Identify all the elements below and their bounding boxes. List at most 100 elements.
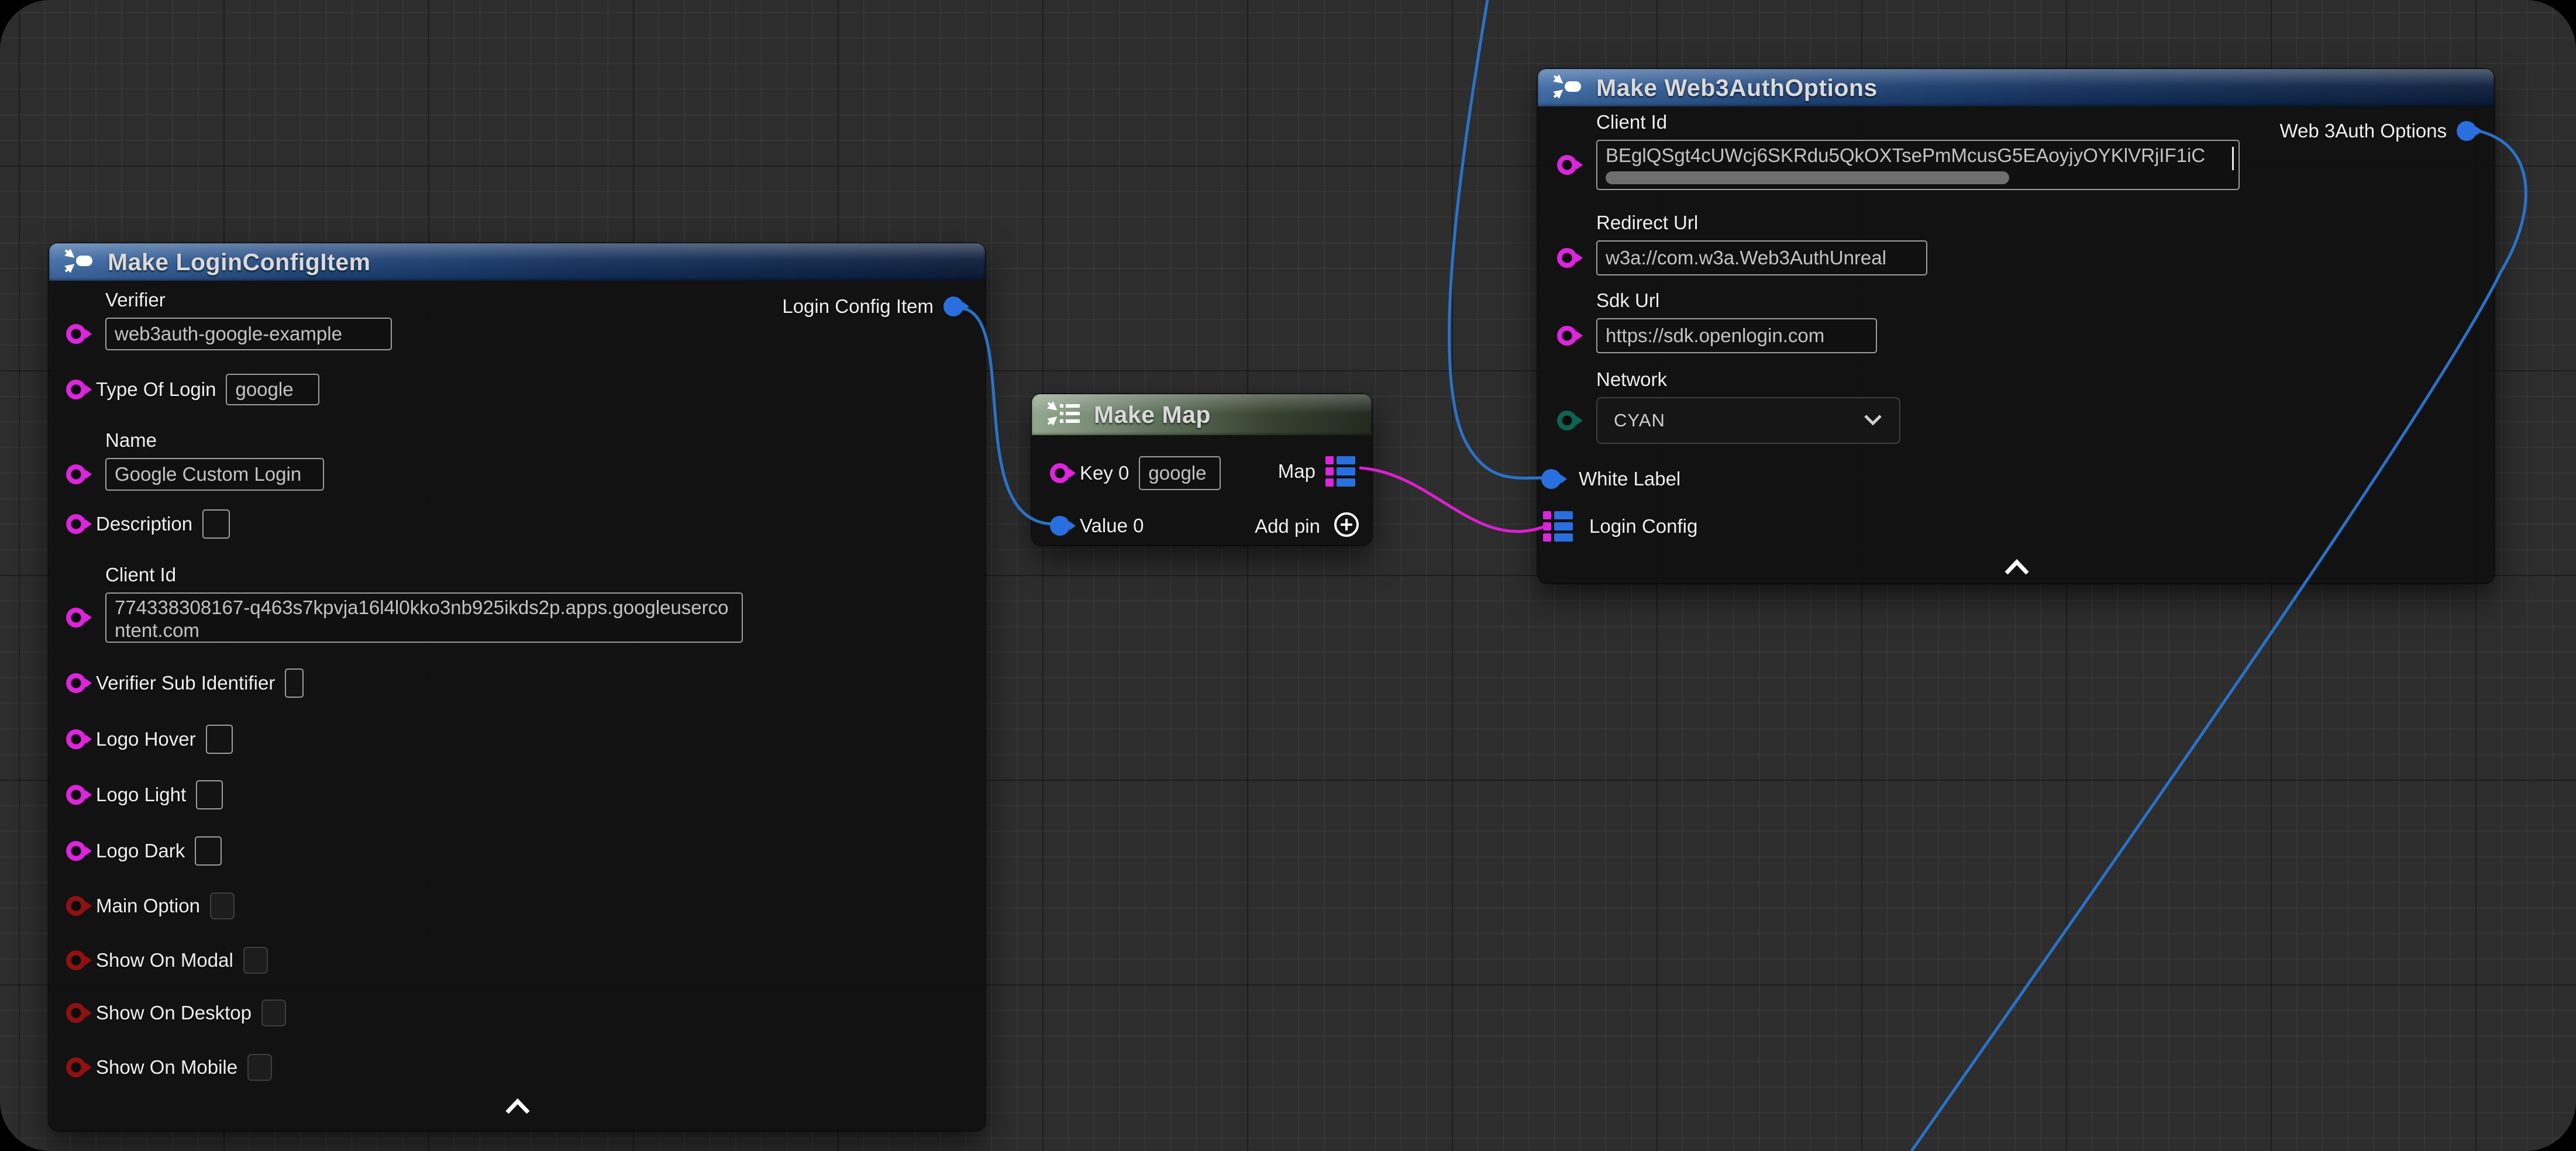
- logo-dark-input[interactable]: [195, 836, 222, 866]
- verifier-sub-identifier-pin[interactable]: [66, 673, 86, 693]
- web3auth-options-output-pin[interactable]: [2457, 121, 2477, 141]
- logo-dark-pin[interactable]: [66, 841, 86, 861]
- network-dropdown[interactable]: CYAN: [1596, 397, 1900, 444]
- pin-row-logo-dark: Logo Dark: [66, 836, 222, 866]
- type-of-login-input[interactable]: google: [226, 374, 319, 405]
- description-input[interactable]: [202, 509, 230, 539]
- make-map-icon: [1046, 399, 1083, 430]
- logo-light-input[interactable]: [196, 780, 223, 809]
- sdk-url-input[interactable]: https://sdk.openlogin.com: [1596, 318, 1877, 353]
- pin-row-sdk-url: Sdk Url https://sdk.openlogin.com: [1557, 290, 1877, 353]
- output-pin-row-map: Map: [1278, 456, 1355, 487]
- pin-label: Login Config: [1589, 515, 1697, 537]
- output-pin-row-login-config-item: Login Config Item: [782, 295, 963, 318]
- node-header[interactable]: Make Map: [1032, 394, 1372, 435]
- pin-label: Show On Mobile: [96, 1056, 237, 1078]
- node-make-map[interactable]: Make Map Key 0 google Map Value 0 Add pi…: [1032, 394, 1372, 545]
- pin-row-redirect-url: Redirect Url w3a://com.w3a.Web3AuthUnrea…: [1557, 212, 1927, 275]
- show-on-mobile-pin[interactable]: [66, 1057, 86, 1077]
- logo-light-pin[interactable]: [66, 785, 86, 805]
- pin-label: Logo Dark: [96, 840, 185, 862]
- redirect-url-pin[interactable]: [1557, 248, 1577, 268]
- pin-row-verifier-sub-identifier: Verifier Sub Identifier: [66, 668, 304, 698]
- node-make-web3authoptions[interactable]: Make Web3AuthOptions Web 3Auth Options C…: [1538, 69, 2494, 583]
- main-option-pin[interactable]: [66, 896, 86, 916]
- show-on-desktop-pin[interactable]: [66, 1003, 86, 1023]
- show-on-mobile-checkbox[interactable]: [247, 1054, 272, 1081]
- key0-pin[interactable]: [1050, 463, 1070, 483]
- pin-label: White Label: [1579, 468, 1680, 490]
- key0-input[interactable]: google: [1139, 456, 1221, 490]
- node-title: Make Web3AuthOptions: [1596, 74, 1878, 102]
- output-pin-label: Login Config Item: [782, 295, 934, 318]
- redirect-url-input[interactable]: w3a://com.w3a.Web3AuthUnreal: [1596, 240, 1927, 275]
- map-output-pin[interactable]: [1325, 456, 1355, 487]
- pin-row-type-of-login: Type Of Login google: [66, 374, 319, 405]
- pin-row-login-config: Login Config: [1543, 511, 1697, 542]
- node-make-loginconfigitem[interactable]: Make LoginConfigItem Login Config Item V…: [49, 243, 985, 1131]
- network-pin[interactable]: [1557, 411, 1577, 430]
- show-on-modal-pin[interactable]: [66, 950, 86, 970]
- output-pin-label: Map: [1278, 460, 1315, 483]
- client-id-text: BEglQSgt4cUWcj6SKRdu5QkOXTsePmMcusG5EAoy…: [1606, 144, 2205, 167]
- show-on-modal-checkbox[interactable]: [243, 947, 268, 974]
- verifier-sub-identifier-input[interactable]: [285, 668, 304, 698]
- pin-row-client-id: Client Id BEglQSgt4cUWcj6SKRdu5QkOXTsePm…: [1557, 111, 2240, 190]
- pin-row-show-on-mobile: Show On Mobile: [66, 1054, 272, 1081]
- network-selected-value: CYAN: [1614, 410, 1665, 431]
- horizontal-scrollbar[interactable]: [1606, 171, 2009, 184]
- logo-hover-input[interactable]: [206, 725, 233, 754]
- pin-label: Value 0: [1080, 515, 1144, 537]
- name-pin[interactable]: [66, 464, 86, 484]
- client-id-pin[interactable]: [66, 608, 86, 628]
- pin-label: Verifier Sub Identifier: [96, 672, 275, 694]
- collapse-chevron-icon[interactable]: [2002, 559, 2032, 578]
- pin-row-white-label: White Label: [1541, 468, 1680, 490]
- client-id-pin[interactable]: [1557, 155, 1577, 175]
- login-config-item-output-pin[interactable]: [943, 297, 963, 316]
- type-of-login-pin[interactable]: [66, 380, 86, 399]
- pin-label: Show On Desktop: [96, 1002, 252, 1024]
- pin-label: Type Of Login: [96, 378, 216, 401]
- node-title: Make Map: [1094, 401, 1211, 429]
- pin-row-name: Name Google Custom Login: [66, 429, 324, 491]
- name-input[interactable]: Google Custom Login: [105, 458, 324, 491]
- pin-label: Client Id: [1596, 111, 2240, 133]
- pin-label: Name: [105, 429, 324, 452]
- client-id-input[interactable]: BEglQSgt4cUWcj6SKRdu5QkOXTsePmMcusG5EAoy…: [1596, 140, 2240, 190]
- node-header[interactable]: Make LoginConfigItem: [49, 243, 985, 281]
- output-pin-label: Web 3Auth Options: [2279, 120, 2447, 142]
- login-config-pin[interactable]: [1543, 511, 1573, 542]
- pin-label: Redirect Url: [1596, 212, 1927, 234]
- description-pin[interactable]: [66, 514, 86, 534]
- pin-label: Sdk Url: [1596, 290, 1877, 312]
- collapse-chevron-icon[interactable]: [502, 1098, 533, 1118]
- output-pin-row-web3auth-options: Web 3Auth Options: [2279, 120, 2477, 142]
- pin-row-key0: Key 0 google: [1050, 456, 1221, 490]
- main-option-checkbox[interactable]: [210, 892, 235, 919]
- node-header[interactable]: Make Web3AuthOptions: [1538, 69, 2494, 106]
- show-on-desktop-checkbox[interactable]: [261, 1000, 286, 1026]
- add-pin-button[interactable]: Add pin: [1255, 511, 1360, 541]
- pin-row-show-on-desktop: Show On Desktop: [66, 1000, 286, 1026]
- add-pin-label: Add pin: [1255, 515, 1320, 537]
- value0-pin[interactable]: [1050, 516, 1070, 536]
- verifier-input[interactable]: web3auth-google-example: [105, 318, 392, 350]
- white-label-pin[interactable]: [1541, 469, 1561, 489]
- client-id-input[interactable]: 774338308167-q463s7kpvja16l4l0kko3nb925i…: [105, 592, 743, 643]
- make-struct-icon: [1552, 73, 1586, 103]
- pin-row-verifier: Verifier web3auth-google-example: [66, 289, 392, 350]
- verifier-pin[interactable]: [66, 324, 86, 344]
- wire-top-to-white-label[interactable]: [1449, 0, 1543, 478]
- blueprint-graph-canvas[interactable]: Make LoginConfigItem Login Config Item V…: [0, 0, 2576, 1151]
- make-struct-icon: [63, 247, 97, 277]
- wire-map-to-login-config[interactable]: [1359, 468, 1547, 532]
- pin-row-client-id: Client Id 774338308167-q463s7kpvja16l4l0…: [66, 564, 743, 643]
- pin-row-logo-hover: Logo Hover: [66, 725, 233, 754]
- pin-label: Network: [1596, 368, 1900, 391]
- sdk-url-pin[interactable]: [1557, 326, 1577, 346]
- pin-label: Show On Modal: [96, 949, 233, 971]
- pin-label: Client Id: [105, 564, 743, 586]
- text-cursor: [2232, 147, 2234, 170]
- logo-hover-pin[interactable]: [66, 729, 86, 749]
